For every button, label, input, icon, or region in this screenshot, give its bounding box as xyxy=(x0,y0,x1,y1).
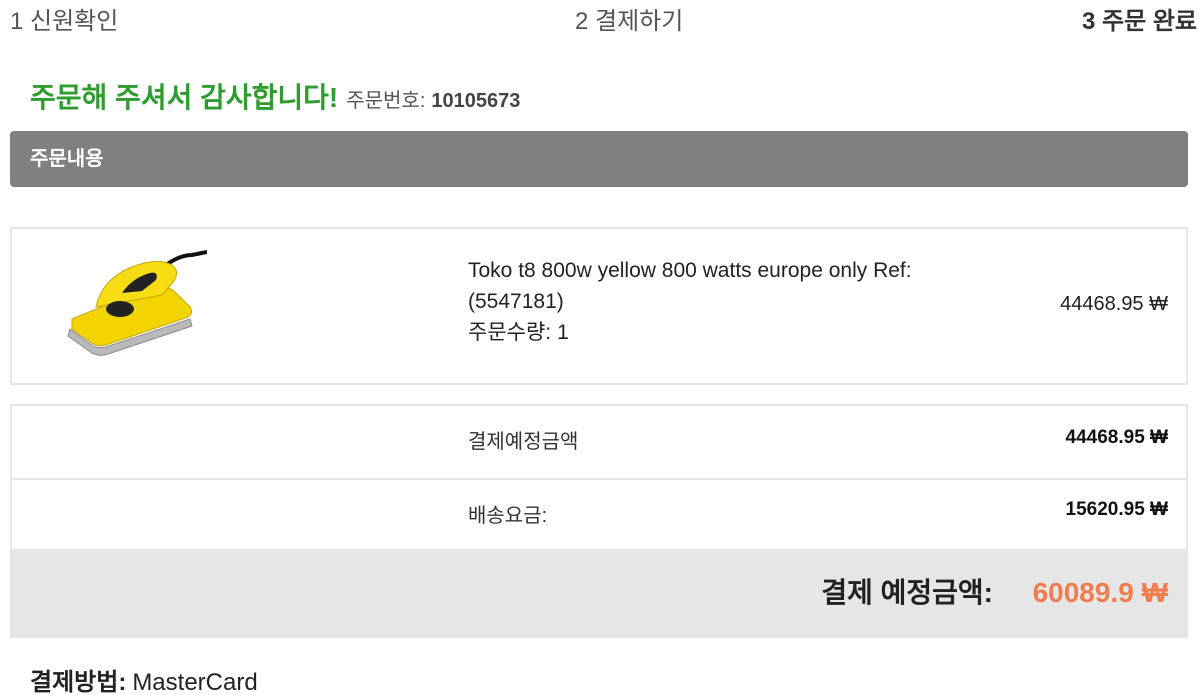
step-identity-check: 1 신원확인 xyxy=(10,8,119,35)
order-details-title: 주문내용 xyxy=(30,148,104,170)
product-quantity: 주문수량: 1 xyxy=(468,317,968,348)
subtotal-label: 결제예정금액 xyxy=(468,431,579,453)
thank-you-heading: 주문해 주셔서 감사합니다! xyxy=(30,82,339,113)
total-row: 결제 예정금액: 60089.9 ₩ xyxy=(12,549,1186,636)
payment-method-value: MasterCard xyxy=(132,669,258,695)
order-summary: 결제예정금액 44468.95 ₩ 배송요금: 15620.95 ₩ 결제 예정… xyxy=(10,404,1188,638)
step-order-complete: 3 주문 완료 xyxy=(1082,8,1198,35)
payment-method-label: 결제방법: xyxy=(30,669,127,695)
quantity-value: 1 xyxy=(557,321,569,344)
total-value: 60089.9 ₩ xyxy=(1032,577,1168,608)
shipping-value: 15620.95 ₩ xyxy=(1065,499,1168,520)
order-details-header: 주문내용 xyxy=(10,131,1188,187)
step-payment: 2 결제하기 xyxy=(575,8,684,35)
order-complete-page: 1 신원확인 2 결제하기 3 주문 완료 주문해 주셔서 감사합니다! 주문번… xyxy=(0,0,1199,695)
quantity-label: 주문수량: xyxy=(468,321,552,344)
subtotal-row: 결제예정금액 44468.95 ₩ xyxy=(12,406,1186,480)
order-number-label: 주문번호: xyxy=(346,90,426,112)
shipping-label: 배송요금: xyxy=(468,505,548,527)
subtotal-value: 44468.95 ₩ xyxy=(1065,427,1168,448)
product-price: 44468.95 ₩ xyxy=(1060,293,1168,315)
order-item: Toko t8 800w yellow 800 watts europe onl… xyxy=(10,227,1188,385)
order-number: 10105673 xyxy=(431,90,521,112)
order-confirmation: 주문해 주셔서 감사합니다! 주문번호: 10105673 xyxy=(30,80,520,116)
product-name: Toko t8 800w yellow 800 watts europe onl… xyxy=(468,259,912,313)
wax-iron-image xyxy=(67,250,207,356)
total-label: 결제 예정금액: xyxy=(821,577,993,608)
shipping-row: 배송요금: 15620.95 ₩ xyxy=(12,480,1186,549)
payment-method: 결제방법: MasterCard xyxy=(30,671,258,695)
product-info: Toko t8 800w yellow 800 watts europe onl… xyxy=(468,255,968,348)
